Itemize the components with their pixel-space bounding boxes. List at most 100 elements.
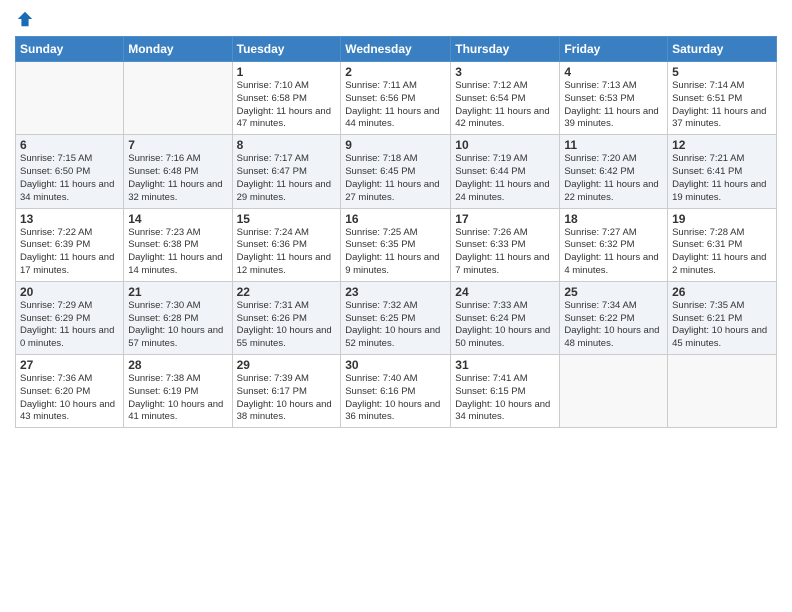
logo-text [15,10,35,28]
day-info: Sunrise: 7:21 AM Sunset: 6:41 PM Dayligh… [672,153,772,204]
day-info: Sunrise: 7:16 AM Sunset: 6:48 PM Dayligh… [128,153,227,204]
calendar-cell: 24Sunrise: 7:33 AM Sunset: 6:24 PM Dayli… [451,281,560,354]
day-info: Sunrise: 7:40 AM Sunset: 6:16 PM Dayligh… [345,373,446,424]
calendar-header-row: SundayMondayTuesdayWednesdayThursdayFrid… [16,37,777,62]
day-number: 6 [20,138,119,152]
day-number: 13 [20,212,119,226]
calendar-cell: 10Sunrise: 7:19 AM Sunset: 6:44 PM Dayli… [451,135,560,208]
day-info: Sunrise: 7:19 AM Sunset: 6:44 PM Dayligh… [455,153,555,204]
calendar-cell: 18Sunrise: 7:27 AM Sunset: 6:32 PM Dayli… [560,208,668,281]
day-info: Sunrise: 7:24 AM Sunset: 6:36 PM Dayligh… [237,227,337,278]
day-number: 18 [564,212,663,226]
day-number: 27 [20,358,119,372]
day-info: Sunrise: 7:36 AM Sunset: 6:20 PM Dayligh… [20,373,119,424]
day-number: 7 [128,138,227,152]
day-number: 2 [345,65,446,79]
day-number: 29 [237,358,337,372]
page: SundayMondayTuesdayWednesdayThursdayFrid… [0,0,792,612]
day-info: Sunrise: 7:26 AM Sunset: 6:33 PM Dayligh… [455,227,555,278]
logo-icon [16,10,34,28]
calendar-cell [16,62,124,135]
calendar-cell: 30Sunrise: 7:40 AM Sunset: 6:16 PM Dayli… [341,355,451,428]
day-info: Sunrise: 7:30 AM Sunset: 6:28 PM Dayligh… [128,300,227,351]
day-info: Sunrise: 7:33 AM Sunset: 6:24 PM Dayligh… [455,300,555,351]
calendar-cell: 5Sunrise: 7:14 AM Sunset: 6:51 PM Daylig… [668,62,777,135]
day-info: Sunrise: 7:18 AM Sunset: 6:45 PM Dayligh… [345,153,446,204]
calendar-cell: 16Sunrise: 7:25 AM Sunset: 6:35 PM Dayli… [341,208,451,281]
calendar: SundayMondayTuesdayWednesdayThursdayFrid… [15,36,777,428]
day-info: Sunrise: 7:27 AM Sunset: 6:32 PM Dayligh… [564,227,663,278]
day-info: Sunrise: 7:31 AM Sunset: 6:26 PM Dayligh… [237,300,337,351]
day-info: Sunrise: 7:11 AM Sunset: 6:56 PM Dayligh… [345,80,446,131]
calendar-week-row: 27Sunrise: 7:36 AM Sunset: 6:20 PM Dayli… [16,355,777,428]
day-number: 4 [564,65,663,79]
day-number: 8 [237,138,337,152]
day-info: Sunrise: 7:32 AM Sunset: 6:25 PM Dayligh… [345,300,446,351]
day-info: Sunrise: 7:28 AM Sunset: 6:31 PM Dayligh… [672,227,772,278]
day-info: Sunrise: 7:23 AM Sunset: 6:38 PM Dayligh… [128,227,227,278]
day-number: 17 [455,212,555,226]
day-info: Sunrise: 7:12 AM Sunset: 6:54 PM Dayligh… [455,80,555,131]
day-info: Sunrise: 7:35 AM Sunset: 6:21 PM Dayligh… [672,300,772,351]
calendar-header-tuesday: Tuesday [232,37,341,62]
calendar-week-row: 1Sunrise: 7:10 AM Sunset: 6:58 PM Daylig… [16,62,777,135]
day-number: 1 [237,65,337,79]
calendar-cell: 7Sunrise: 7:16 AM Sunset: 6:48 PM Daylig… [124,135,232,208]
day-number: 12 [672,138,772,152]
day-number: 26 [672,285,772,299]
day-info: Sunrise: 7:38 AM Sunset: 6:19 PM Dayligh… [128,373,227,424]
calendar-header-wednesday: Wednesday [341,37,451,62]
day-info: Sunrise: 7:17 AM Sunset: 6:47 PM Dayligh… [237,153,337,204]
day-number: 23 [345,285,446,299]
calendar-cell: 31Sunrise: 7:41 AM Sunset: 6:15 PM Dayli… [451,355,560,428]
calendar-cell [668,355,777,428]
day-number: 9 [345,138,446,152]
header [15,10,777,28]
calendar-cell: 20Sunrise: 7:29 AM Sunset: 6:29 PM Dayli… [16,281,124,354]
calendar-cell: 22Sunrise: 7:31 AM Sunset: 6:26 PM Dayli… [232,281,341,354]
day-number: 19 [672,212,772,226]
calendar-cell: 26Sunrise: 7:35 AM Sunset: 6:21 PM Dayli… [668,281,777,354]
day-info: Sunrise: 7:39 AM Sunset: 6:17 PM Dayligh… [237,373,337,424]
day-number: 25 [564,285,663,299]
calendar-cell: 19Sunrise: 7:28 AM Sunset: 6:31 PM Dayli… [668,208,777,281]
calendar-cell: 23Sunrise: 7:32 AM Sunset: 6:25 PM Dayli… [341,281,451,354]
calendar-cell: 13Sunrise: 7:22 AM Sunset: 6:39 PM Dayli… [16,208,124,281]
calendar-cell: 4Sunrise: 7:13 AM Sunset: 6:53 PM Daylig… [560,62,668,135]
calendar-cell: 12Sunrise: 7:21 AM Sunset: 6:41 PM Dayli… [668,135,777,208]
calendar-cell: 25Sunrise: 7:34 AM Sunset: 6:22 PM Dayli… [560,281,668,354]
calendar-cell: 6Sunrise: 7:15 AM Sunset: 6:50 PM Daylig… [16,135,124,208]
calendar-header-monday: Monday [124,37,232,62]
calendar-cell: 2Sunrise: 7:11 AM Sunset: 6:56 PM Daylig… [341,62,451,135]
logo [15,10,35,28]
calendar-cell: 17Sunrise: 7:26 AM Sunset: 6:33 PM Dayli… [451,208,560,281]
calendar-cell [560,355,668,428]
calendar-cell: 15Sunrise: 7:24 AM Sunset: 6:36 PM Dayli… [232,208,341,281]
day-number: 16 [345,212,446,226]
calendar-week-row: 6Sunrise: 7:15 AM Sunset: 6:50 PM Daylig… [16,135,777,208]
day-info: Sunrise: 7:14 AM Sunset: 6:51 PM Dayligh… [672,80,772,131]
day-number: 5 [672,65,772,79]
calendar-header-friday: Friday [560,37,668,62]
day-number: 14 [128,212,227,226]
day-number: 11 [564,138,663,152]
day-info: Sunrise: 7:15 AM Sunset: 6:50 PM Dayligh… [20,153,119,204]
calendar-cell: 9Sunrise: 7:18 AM Sunset: 6:45 PM Daylig… [341,135,451,208]
calendar-header-thursday: Thursday [451,37,560,62]
day-number: 21 [128,285,227,299]
day-info: Sunrise: 7:34 AM Sunset: 6:22 PM Dayligh… [564,300,663,351]
calendar-cell: 29Sunrise: 7:39 AM Sunset: 6:17 PM Dayli… [232,355,341,428]
day-number: 15 [237,212,337,226]
day-info: Sunrise: 7:20 AM Sunset: 6:42 PM Dayligh… [564,153,663,204]
day-info: Sunrise: 7:22 AM Sunset: 6:39 PM Dayligh… [20,227,119,278]
day-number: 3 [455,65,555,79]
day-info: Sunrise: 7:13 AM Sunset: 6:53 PM Dayligh… [564,80,663,131]
calendar-week-row: 13Sunrise: 7:22 AM Sunset: 6:39 PM Dayli… [16,208,777,281]
day-number: 24 [455,285,555,299]
calendar-cell: 27Sunrise: 7:36 AM Sunset: 6:20 PM Dayli… [16,355,124,428]
day-info: Sunrise: 7:41 AM Sunset: 6:15 PM Dayligh… [455,373,555,424]
calendar-cell [124,62,232,135]
calendar-header-saturday: Saturday [668,37,777,62]
calendar-week-row: 20Sunrise: 7:29 AM Sunset: 6:29 PM Dayli… [16,281,777,354]
day-info: Sunrise: 7:10 AM Sunset: 6:58 PM Dayligh… [237,80,337,131]
